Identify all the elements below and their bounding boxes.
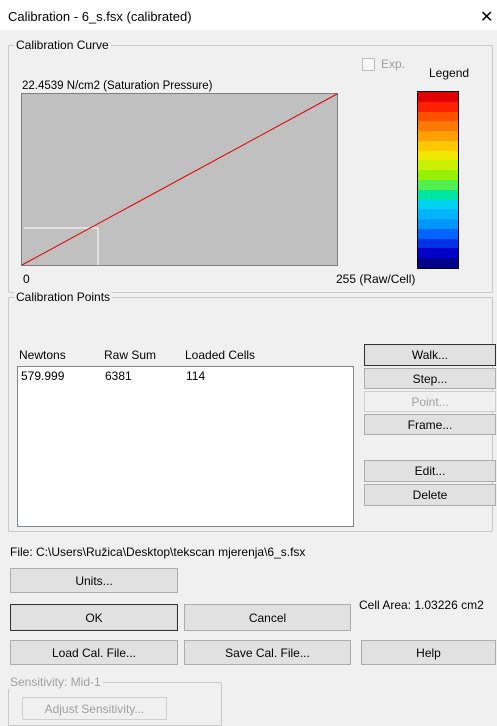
- legend-color-band: [418, 140, 458, 152]
- cell-newtons: 579.999: [21, 369, 65, 383]
- close-icon[interactable]: ✕: [480, 7, 493, 27]
- calibration-curve-label: Calibration Curve: [14, 38, 111, 52]
- cell-raw-sum: 6381: [105, 369, 132, 383]
- legend-color-band: [418, 101, 458, 113]
- sensitivity-label: Sensitivity: Mid-1: [8, 675, 103, 689]
- legend-color-band: [418, 170, 458, 181]
- adjust-sensitivity-button[interactable]: Adjust Sensitivity...: [22, 697, 167, 720]
- ok-button[interactable]: OK: [10, 604, 178, 631]
- y-max-label: 22.4539 N/cm2 (Saturation Pressure): [22, 80, 213, 92]
- units-button[interactable]: Units...: [10, 568, 178, 593]
- calibration-points-label: Calibration Points: [14, 290, 113, 304]
- legend-color-band: [418, 228, 458, 240]
- calibration-curve-plot: [21, 93, 338, 266]
- frame-button[interactable]: Frame...: [364, 414, 496, 435]
- edit-button[interactable]: Edit...: [364, 460, 496, 482]
- point-button[interactable]: Point...: [364, 391, 496, 412]
- color-legend: [417, 91, 459, 269]
- cell-loaded-cells: 114: [186, 369, 206, 383]
- legend-color-band: [418, 131, 458, 142]
- exp-label: Exp.: [381, 57, 406, 71]
- legend-color-band: [418, 199, 458, 210]
- step-button[interactable]: Step...: [364, 368, 496, 389]
- save-cal-file-button[interactable]: Save Cal. File...: [184, 640, 351, 665]
- exp-checkbox[interactable]: [362, 58, 375, 71]
- legend-color-band: [418, 248, 458, 259]
- delete-button[interactable]: Delete: [364, 484, 496, 506]
- list-item[interactable]: 579.999 6381 114: [19, 368, 352, 383]
- column-header-raw-sum: Raw Sum: [104, 348, 157, 362]
- legend-color-band: [418, 92, 458, 103]
- column-header-loaded-cells: Loaded Cells: [185, 348, 256, 362]
- legend-title: Legend: [429, 66, 470, 80]
- x-min-label: 0: [23, 272, 30, 286]
- legend-color-band: [418, 180, 458, 191]
- help-button[interactable]: Help: [361, 640, 496, 665]
- walk-button[interactable]: Walk...: [364, 344, 496, 366]
- legend-color-band: [418, 121, 458, 132]
- load-cal-file-button[interactable]: Load Cal. File...: [10, 640, 178, 665]
- legend-color-band: [418, 209, 458, 220]
- window-title: Calibration - 6_s.fsx (calibrated): [8, 9, 192, 24]
- calibration-points-list[interactable]: 579.999 6381 114: [17, 366, 354, 527]
- legend-color-band: [418, 219, 458, 230]
- x-max-label: 255 (Raw/Cell): [336, 272, 416, 286]
- file-path: File: C:\Users\Ružica\Desktop\tekscan mj…: [10, 545, 306, 559]
- legend-color-band: [418, 111, 458, 122]
- column-header-newtons: Newtons: [19, 348, 66, 362]
- legend-color-band: [418, 150, 458, 161]
- cancel-button[interactable]: Cancel: [184, 604, 351, 631]
- cell-area: Cell Area: 1.03226 cm2: [359, 598, 484, 612]
- legend-color-band: [418, 238, 458, 249]
- legend-color-band: [418, 189, 458, 201]
- legend-color-band: [418, 160, 458, 171]
- legend-color-band: [418, 258, 458, 269]
